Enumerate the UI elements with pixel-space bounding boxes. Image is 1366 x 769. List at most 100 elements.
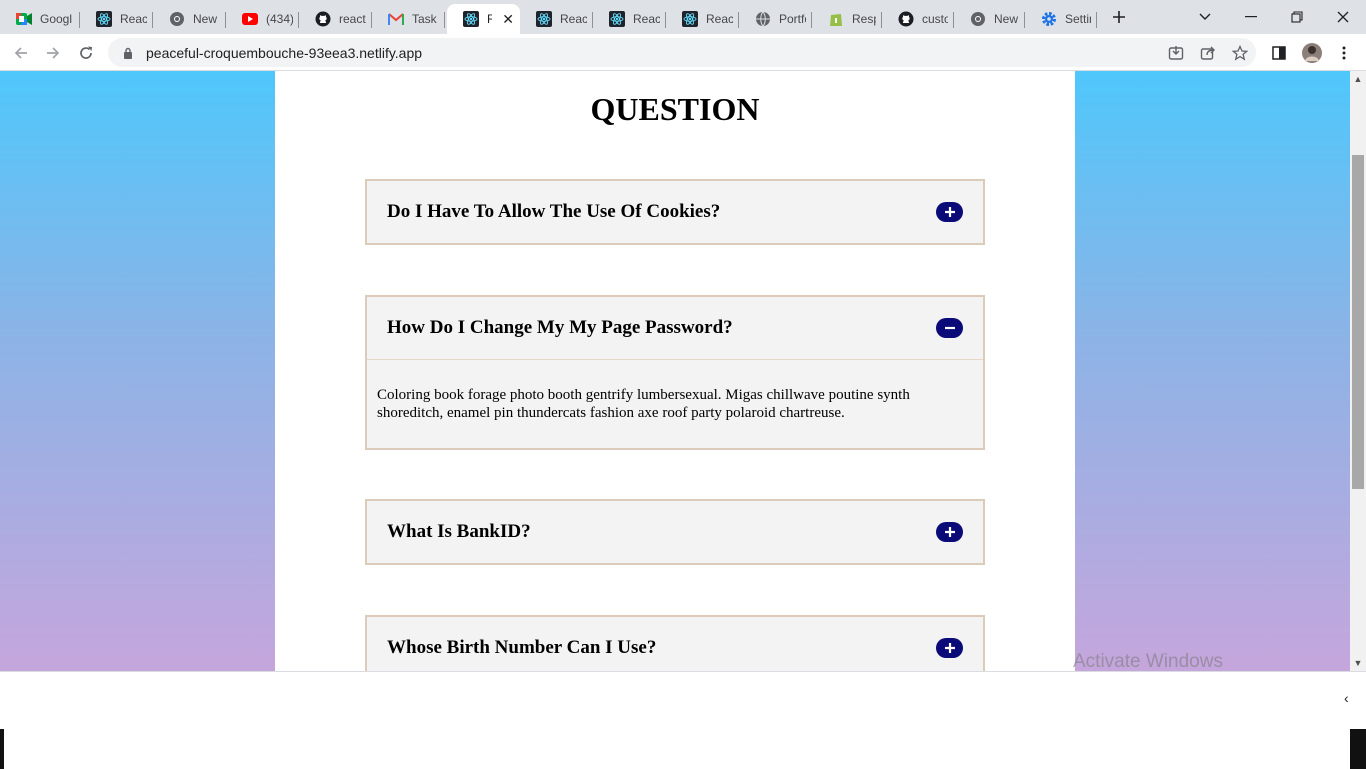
plus-icon	[1113, 11, 1125, 23]
tab-title: React	[120, 12, 147, 26]
share-icon	[1200, 46, 1215, 60]
tab-title: React	[560, 12, 587, 26]
restore-button[interactable]	[1283, 6, 1311, 28]
browser-tab[interactable]: React	[666, 4, 739, 34]
scroll-down-arrow-icon[interactable]: ▼	[1350, 655, 1366, 671]
tab-title: Re	[487, 12, 493, 26]
star-icon	[1232, 45, 1248, 61]
globe-icon	[755, 11, 771, 27]
scrollbar-thumb[interactable]	[1352, 155, 1364, 489]
browser-tab-active[interactable]: Re ✕	[447, 4, 520, 34]
chevron-down-icon	[1199, 13, 1211, 20]
faq-item: What Is BankID?	[365, 499, 985, 565]
tab-title: (434) (	[266, 12, 293, 26]
taskbar-edge	[1350, 729, 1366, 769]
plus-icon	[944, 527, 955, 537]
tab-title: React	[633, 12, 660, 26]
google-meet-icon	[16, 11, 32, 27]
page-scrollbar[interactable]: ▲ ▼	[1350, 71, 1366, 671]
faq-panel: QUESTION Do I Have To Allow The Use Of C…	[275, 71, 1075, 671]
browser-tab[interactable]: Task M	[372, 4, 445, 34]
minus-icon	[944, 326, 955, 330]
side-panel-icon	[1272, 46, 1286, 60]
tab-title: New T	[193, 12, 220, 26]
tab-title: New T	[994, 12, 1019, 26]
faq-answer: Coloring book forage photo booth gentrif…	[367, 359, 983, 448]
reload-icon	[80, 46, 92, 59]
browser-tab[interactable]: Portfo	[739, 4, 812, 34]
share-button[interactable]	[1195, 40, 1221, 66]
tab-title: Task M	[412, 12, 439, 26]
faq-item-expanded: How Do I Change My My Page Password? Col…	[365, 295, 985, 450]
arrow-right-icon	[47, 47, 60, 59]
install-icon	[1168, 46, 1184, 60]
gmail-icon	[388, 11, 404, 27]
minimize-icon	[1245, 16, 1257, 18]
new-tab-button[interactable]	[1105, 6, 1133, 28]
expand-button[interactable]	[936, 522, 963, 542]
browser-tab-strip: Googl React New T (434) ( react- Task M …	[0, 0, 1366, 34]
minimize-button[interactable]	[1237, 6, 1265, 28]
faq-question: How Do I Change My My Page Password?	[387, 317, 733, 338]
browser-tab[interactable]: react-	[299, 4, 372, 34]
bottom-panel: ‹	[0, 671, 1366, 769]
faq-item: Do I Have To Allow The Use Of Cookies?	[365, 179, 985, 245]
tab-title: React	[706, 12, 733, 26]
shopify-icon	[828, 11, 844, 27]
faq-question: Whose Birth Number Can I Use?	[387, 637, 657, 658]
browser-toolbar: peaceful-croquembouche-93eea3.netlify.ap…	[0, 34, 1366, 71]
bookmark-button[interactable]	[1227, 40, 1253, 66]
github-icon	[898, 11, 914, 27]
faq-question: What Is BankID?	[387, 521, 531, 542]
tab-search-button[interactable]	[1191, 6, 1219, 28]
close-window-button[interactable]	[1329, 6, 1357, 28]
faq-question-row[interactable]: Do I Have To Allow The Use Of Cookies?	[367, 181, 983, 243]
avatar-icon	[1302, 43, 1322, 63]
install-app-button[interactable]	[1163, 40, 1189, 66]
chrome-icon	[169, 11, 185, 27]
browser-tab[interactable]: React	[520, 4, 593, 34]
faq-question: Do I Have To Allow The Use Of Cookies?	[387, 201, 721, 222]
address-bar[interactable]: peaceful-croquembouche-93eea3.netlify.ap…	[108, 38, 1256, 67]
page-title: QUESTION	[590, 91, 760, 127]
browser-tab[interactable]: React	[80, 4, 153, 34]
faq-question-row[interactable]: How Do I Change My My Page Password?	[367, 297, 983, 359]
lock-icon[interactable]	[120, 47, 136, 59]
profile-avatar[interactable]	[1299, 40, 1325, 66]
url-text[interactable]: peaceful-croquembouche-93eea3.netlify.ap…	[146, 45, 422, 61]
browser-tab[interactable]: custo	[882, 4, 954, 34]
expand-button[interactable]	[936, 202, 963, 222]
browser-tab[interactable]: Settin	[1025, 4, 1097, 34]
faq-item: Whose Birth Number Can I Use?	[365, 615, 985, 671]
faq-question-row[interactable]: Whose Birth Number Can I Use?	[367, 617, 983, 671]
browser-tab[interactable]: New T	[954, 4, 1025, 34]
browser-tab[interactable]: Respo	[812, 4, 882, 34]
expand-button[interactable]	[936, 638, 963, 658]
youtube-icon	[242, 11, 258, 27]
browser-menu-button[interactable]	[1331, 40, 1357, 66]
browser-tab[interactable]: New T	[153, 4, 226, 34]
faq-question-row[interactable]: What Is BankID?	[367, 501, 983, 563]
plus-icon	[944, 207, 955, 217]
forward-button[interactable]	[40, 40, 66, 66]
browser-tab[interactable]: (434) (	[226, 4, 299, 34]
tab-title: Settin	[1065, 12, 1091, 26]
tab-title: Googl	[40, 12, 73, 26]
reload-button[interactable]	[73, 40, 99, 66]
back-button[interactable]	[8, 40, 34, 66]
react-icon	[96, 11, 112, 27]
chevron-left-icon[interactable]: ‹	[1344, 690, 1349, 706]
tab-title: react-	[339, 12, 366, 26]
react-icon	[536, 11, 552, 27]
github-icon	[315, 11, 331, 27]
browser-tab[interactable]: React	[593, 4, 666, 34]
side-panel-button[interactable]	[1266, 40, 1292, 66]
scroll-up-arrow-icon[interactable]: ▲	[1350, 71, 1366, 87]
restore-icon	[1291, 11, 1303, 23]
browser-tab[interactable]: Googl	[0, 4, 80, 34]
collapse-button[interactable]	[936, 318, 963, 338]
settings-gear-icon	[1041, 11, 1057, 27]
page-viewport: QUESTION Do I Have To Allow The Use Of C…	[0, 71, 1350, 671]
react-icon	[682, 11, 698, 27]
close-icon[interactable]: ✕	[502, 11, 514, 28]
